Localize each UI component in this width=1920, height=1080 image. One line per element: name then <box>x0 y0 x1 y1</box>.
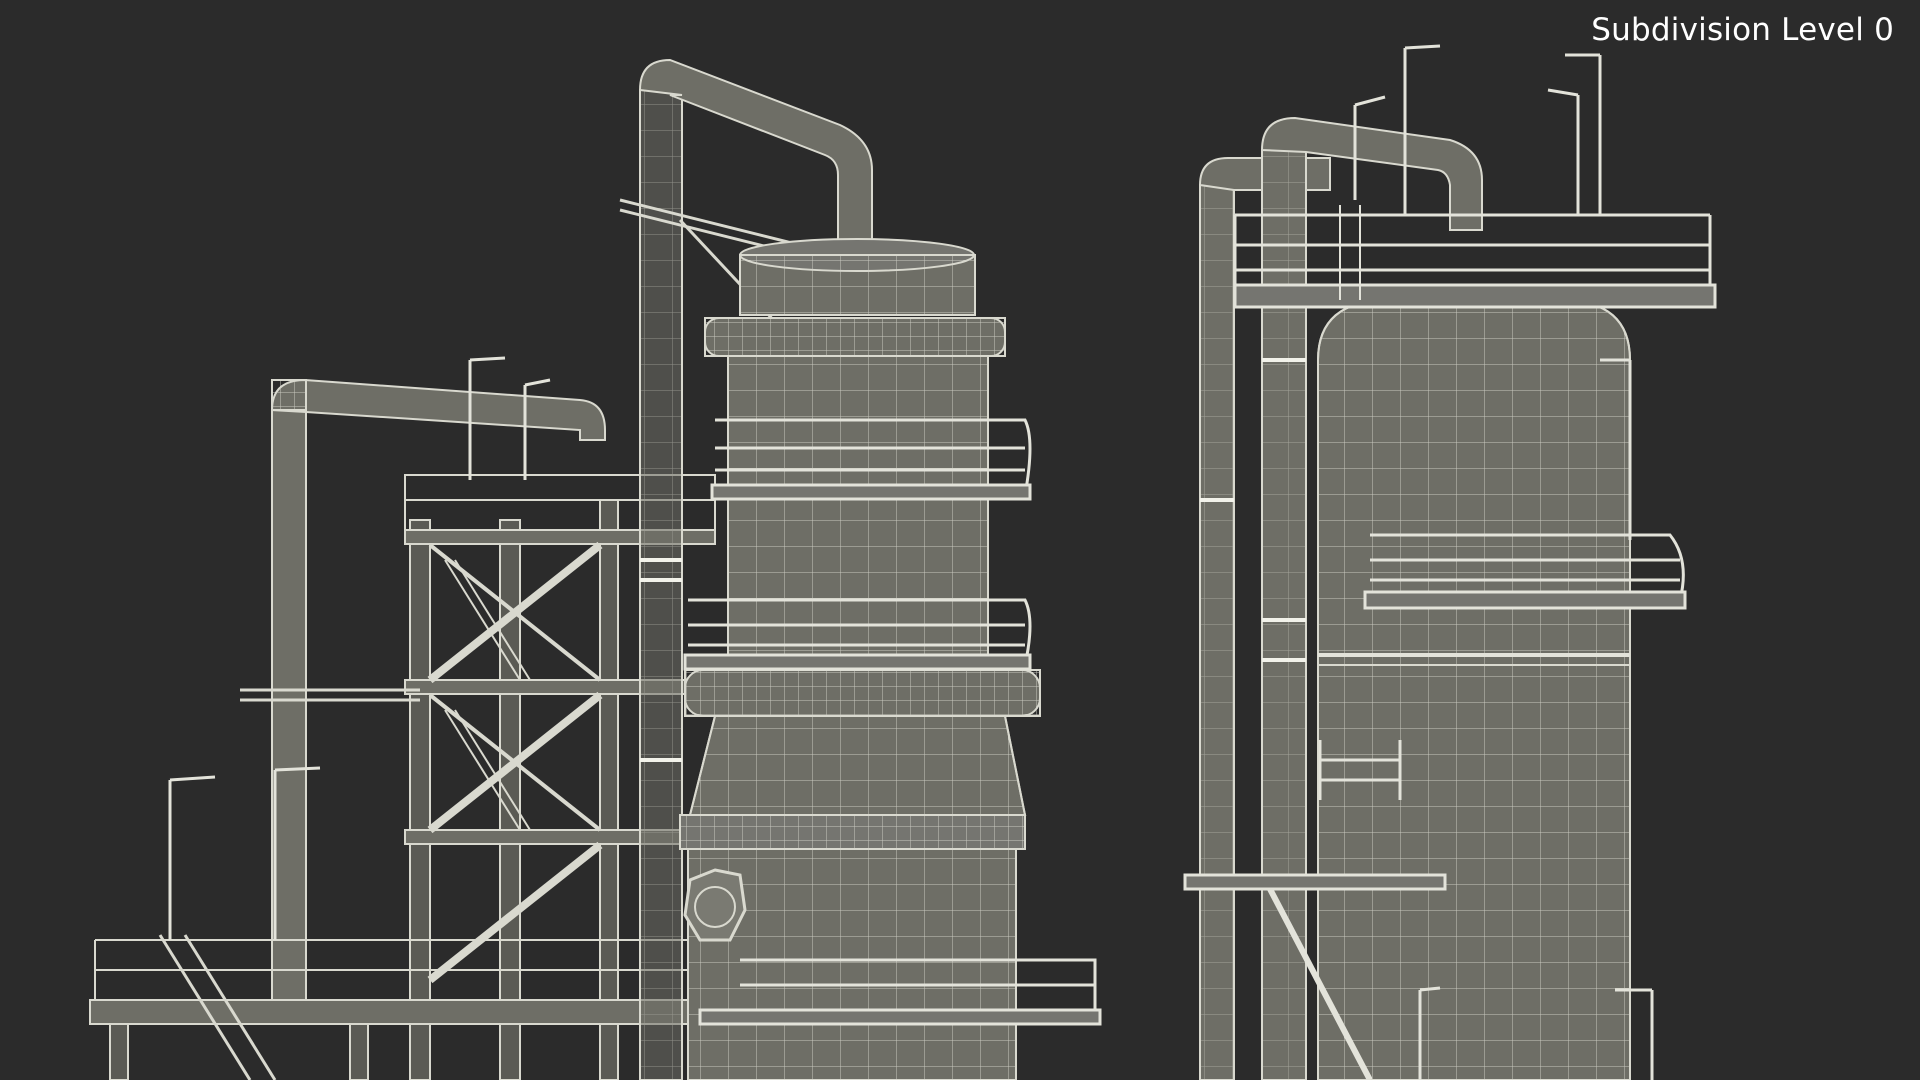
left-lamp-posts <box>168 356 551 940</box>
subdivision-level-label: Subdivision Level 0 <box>1591 12 1894 48</box>
3d-viewport[interactable]: Subdivision Level 0 <box>0 0 1920 1080</box>
wireframe-render <box>89 44 1717 1080</box>
right-pressure-vessel <box>1317 299 1631 1080</box>
